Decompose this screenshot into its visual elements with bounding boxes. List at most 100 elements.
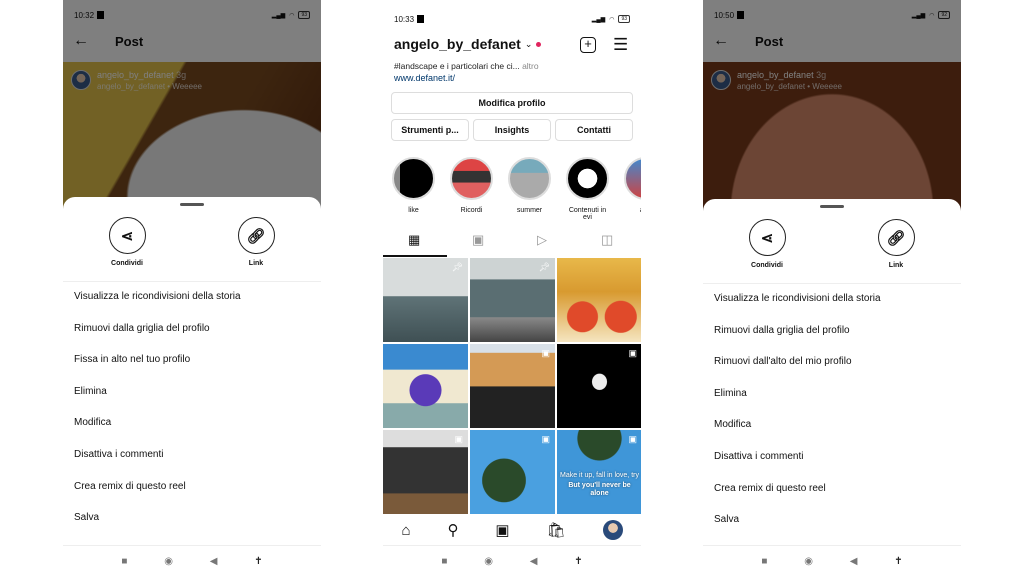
search-icon[interactable]: ⚲ bbox=[447, 521, 458, 539]
post-thumbnail[interactable]: ▣ bbox=[470, 344, 555, 428]
reel-icon: ▣ bbox=[628, 434, 637, 444]
menu-item[interactable]: Disattiva i commenti bbox=[714, 451, 881, 483]
post-thumbnail[interactable]: 📌︎ bbox=[383, 258, 468, 342]
recents-icon[interactable]: ■ bbox=[761, 556, 767, 567]
options-sheet: ⋖ Condividi 🔗︎ Link Visualizza le ricondiv… bbox=[63, 197, 321, 576]
reels-tab-icon[interactable]: ▣ bbox=[472, 232, 484, 248]
menu-item[interactable]: Visualizza le ricondivisioni della stori… bbox=[74, 291, 241, 323]
accessibility-icon[interactable]: ✝ bbox=[574, 556, 582, 567]
menu-item[interactable]: Modifica bbox=[74, 417, 241, 449]
menu-item[interactable]: Salva bbox=[74, 512, 241, 544]
chevron-down-icon: ⌄ bbox=[524, 38, 533, 49]
more-link[interactable]: altro bbox=[522, 61, 539, 71]
drag-handle[interactable] bbox=[820, 205, 844, 208]
highlight[interactable]: Ricordi bbox=[449, 157, 494, 214]
menu-item[interactable]: Rimuovi dalla griglia del profilo bbox=[74, 323, 241, 355]
edit-profile-button[interactable]: Modifica profilo bbox=[391, 92, 633, 114]
back-icon[interactable]: ◀ bbox=[850, 556, 858, 567]
menu-item[interactable]: Disattiva i commenti bbox=[74, 449, 241, 481]
highlight-label: summer bbox=[516, 207, 543, 214]
share-label: Condividi bbox=[751, 262, 783, 269]
back-arrow-icon[interactable]: ← bbox=[73, 32, 89, 50]
link-icon: 🔗︎ bbox=[237, 217, 275, 254]
avatar[interactable] bbox=[711, 70, 731, 90]
highlight[interactable]: Contenuti in evi bbox=[565, 157, 610, 221]
share-icon: ⋖ bbox=[748, 219, 786, 256]
back-arrow-icon[interactable]: ← bbox=[713, 32, 729, 50]
share-label: Condividi bbox=[111, 260, 143, 267]
grid-tab-icon[interactable]: ▦ bbox=[408, 232, 420, 248]
share-icon: ⋖ bbox=[108, 217, 146, 254]
account-switcher[interactable]: angelo_by_defanet ⌄ bbox=[394, 36, 542, 52]
menu-item[interactable]: Modifica bbox=[714, 419, 881, 451]
wifi-icon: ◠ bbox=[609, 16, 615, 23]
tab-indicator bbox=[383, 255, 447, 257]
share-button[interactable]: ⋖ Condividi bbox=[97, 217, 157, 267]
video-tab-icon[interactable]: ▷ bbox=[537, 232, 547, 248]
highlight[interactable]: like bbox=[391, 157, 436, 214]
contacts-button[interactable]: Contatti bbox=[555, 119, 633, 141]
link-label: Link bbox=[248, 260, 264, 267]
menu-item[interactable]: Salva bbox=[714, 514, 881, 546]
notification-dot bbox=[536, 41, 542, 47]
highlight-label: like bbox=[408, 207, 419, 214]
battery-icon: 92 bbox=[938, 11, 950, 19]
highlight[interactable]: asp bbox=[623, 157, 641, 214]
clock: 10:33 bbox=[394, 14, 415, 24]
tagged-tab-icon[interactable]: ◫ bbox=[601, 232, 613, 248]
highlight[interactable]: summer bbox=[507, 157, 552, 214]
drag-handle[interactable] bbox=[180, 203, 204, 206]
options-sheet: ⋖ Condividi 🔗︎ Link Visualizza le ricondiv… bbox=[703, 199, 961, 576]
post-thumbnail[interactable]: ▣ bbox=[470, 430, 555, 514]
back-icon[interactable]: ◀ bbox=[530, 556, 538, 567]
recents-icon[interactable]: ■ bbox=[441, 556, 447, 567]
menu-item[interactable]: Crea remix di questo reel bbox=[714, 483, 881, 515]
link-button[interactable]: 🔗︎ Link bbox=[866, 219, 926, 269]
post-thumbnail[interactable]: ▣ bbox=[383, 430, 468, 514]
menu-icon[interactable]: ☰ bbox=[613, 35, 628, 55]
highlight-label: Ricordi bbox=[460, 207, 483, 214]
phone-profile: 10:33 ▂▄▆ ◠ 93 angelo_by_defanet ⌄ + ☰ #land… bbox=[383, 0, 641, 576]
profile-username: angelo_by_defanet bbox=[394, 36, 521, 52]
menu-item[interactable]: Rimuovi dall'alto del mio profilo bbox=[714, 356, 881, 388]
accessibility-icon[interactable]: ✝ bbox=[254, 556, 262, 567]
menu-item[interactable]: Fissa in alto nel tuo profilo bbox=[74, 354, 241, 386]
phone-post-options-left: 10:32 ▂▄▆ ◠ 93 ← Post angelo_by_defanet 3g an… bbox=[63, 0, 321, 576]
post-username[interactable]: angelo_by_defanet bbox=[97, 70, 174, 80]
menu-item[interactable]: Elimina bbox=[74, 386, 241, 418]
share-button[interactable]: ⋖ Condividi bbox=[737, 219, 797, 269]
home-icon[interactable]: ⌂ bbox=[401, 522, 410, 539]
post-thumbnail[interactable]: ▣ bbox=[557, 344, 641, 428]
post-age: 3g bbox=[176, 70, 187, 80]
create-icon[interactable]: + bbox=[580, 37, 596, 53]
link-button[interactable]: 🔗︎ Link bbox=[226, 217, 286, 267]
post-thumbnail[interactable]: 📌︎ bbox=[470, 258, 555, 342]
menu-item[interactable]: Visualizza le ricondivisioni della stori… bbox=[714, 293, 881, 325]
post-thumbnail[interactable] bbox=[557, 258, 641, 342]
profile-avatar[interactable] bbox=[602, 520, 623, 540]
bottom-navigation: ⌂ ⚲ ▣ 🛍︎ bbox=[383, 515, 641, 545]
link-label: Link bbox=[888, 262, 904, 269]
post-thumbnail[interactable]: ▣ Make it up, fall in love, try But you'l… bbox=[557, 430, 641, 514]
reels-icon[interactable]: ▣ bbox=[495, 521, 509, 539]
signal-icon: ▂▄▆ bbox=[271, 12, 286, 19]
back-icon[interactable]: ◀ bbox=[210, 556, 218, 567]
insights-button[interactable]: Insights bbox=[473, 119, 551, 141]
menu-item[interactable]: Elimina bbox=[714, 388, 881, 420]
shop-icon[interactable]: 🛍︎ bbox=[547, 521, 566, 539]
recents-icon[interactable]: ■ bbox=[121, 556, 127, 567]
home-icon[interactable]: ◉ bbox=[804, 556, 813, 567]
professional-tools-button[interactable]: Strumenti p... bbox=[391, 119, 469, 141]
home-icon[interactable]: ◉ bbox=[484, 556, 493, 567]
menu-item[interactable]: Crea remix di questo reel bbox=[74, 481, 241, 513]
status-bar: 10:32 ▂▄▆ ◠ 93 bbox=[63, 0, 321, 30]
post-age: 3g bbox=[816, 70, 827, 80]
post-username[interactable]: angelo_by_defanet bbox=[737, 70, 814, 80]
website-link[interactable]: www.defanet.it/ bbox=[394, 73, 455, 83]
menu-item[interactable]: Rimuovi dalla griglia del profilo bbox=[714, 325, 881, 357]
post-thumbnail[interactable] bbox=[383, 344, 468, 428]
avatar[interactable] bbox=[71, 70, 91, 90]
page-title: Post bbox=[115, 33, 144, 49]
accessibility-icon[interactable]: ✝ bbox=[894, 556, 902, 567]
home-icon[interactable]: ◉ bbox=[164, 556, 173, 567]
